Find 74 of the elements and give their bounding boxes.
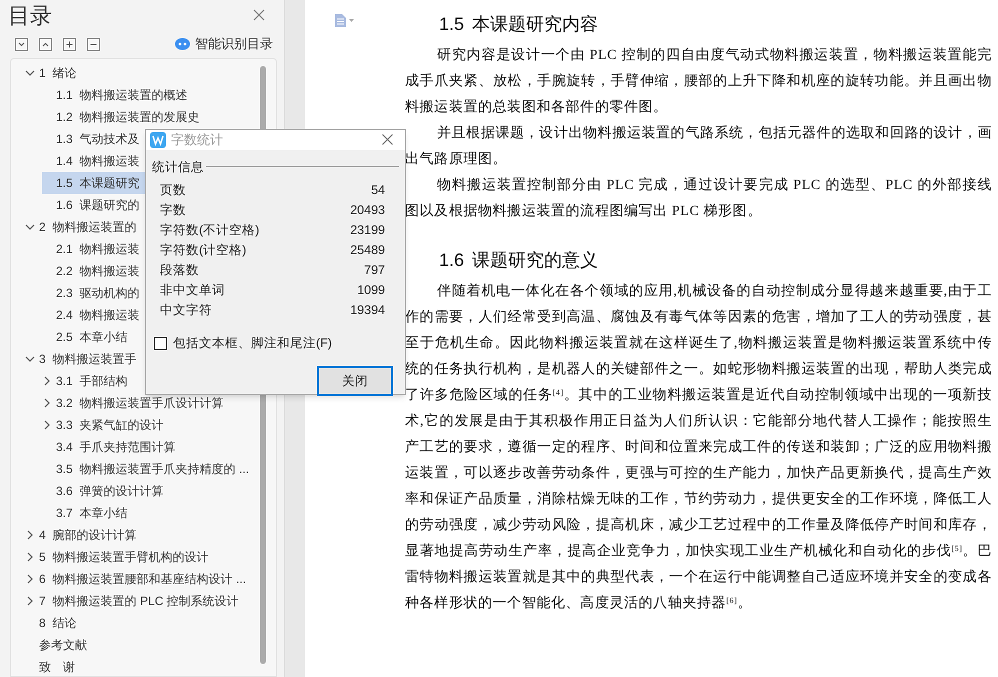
toc-item[interactable]: 4 腕部的设计计算 <box>25 524 145 546</box>
close-icon[interactable] <box>253 9 265 21</box>
toc-item[interactable]: 3.4 手爪夹持范围计算 <box>42 436 184 458</box>
stat-label: 非中文单词 <box>160 282 225 299</box>
toc-item[interactable]: 8 结论 <box>25 612 85 634</box>
smart-toc-button[interactable]: 智能识别目录 <box>175 34 273 54</box>
toc-item[interactable]: 3.2 物料搬运装置手爪设计计算 <box>42 392 232 414</box>
body-paragraph: 物料搬运装置控制部分由 PLC 完成，通过设计要完成 PLC 的选型、PLC 的外部接线图以及根据物料搬运装置的流程图编写出 PLC 梯形图。 <box>405 176 992 221</box>
toc-item[interactable]: 3.1 手部结构 <box>42 370 136 392</box>
stat-value: 1099 <box>357 282 385 299</box>
toc-item[interactable]: 1.6 课题研究的 <box>42 194 148 216</box>
stat-label: 段落数 <box>160 262 199 279</box>
section-heading: 1.6 课题研究的意义 <box>438 248 600 272</box>
toc-item[interactable]: 1.2 物料搬运装置的发展史 <box>42 106 208 128</box>
toc-item[interactable]: 2.3 驱动机构的 <box>42 282 148 304</box>
chevron-down-icon[interactable] <box>25 354 35 364</box>
chevron-down-button[interactable] <box>15 38 28 50</box>
chevron-right-icon[interactable] <box>25 530 35 540</box>
checkbox[interactable] <box>154 337 167 350</box>
chevron-right-icon[interactable] <box>42 420 52 430</box>
toc-item[interactable]: 3 物料搬运装置手 <box>25 348 145 370</box>
toc-item[interactable]: 参考文献 <box>25 634 95 656</box>
toc-item[interactable]: 6 物料搬运装置腰部和基座结构设计 ... <box>25 568 254 590</box>
toc-item[interactable]: 1.3 气动技术及 <box>42 128 148 150</box>
chevron-up-button[interactable] <box>39 38 52 50</box>
toc-item[interactable]: 1.1 物料搬运装置的概述 <box>42 84 196 106</box>
chevron-down-icon[interactable] <box>25 68 35 78</box>
minus-button[interactable] <box>87 38 100 50</box>
stat-label: 字符数(不计空格) <box>160 222 260 239</box>
toc-item[interactable]: 2.5 本章小结 <box>42 326 136 348</box>
toc-item[interactable]: 3.6 弹簧的设计计算 <box>42 480 172 502</box>
toc-item[interactable]: 7 物料搬运装置的 PLC 控制系统设计 <box>25 590 247 612</box>
stat-label: 中文字符 <box>160 302 212 319</box>
toc-item[interactable]: 2 物料搬运装置的 <box>25 216 145 238</box>
stat-value: 19394 <box>350 302 385 319</box>
toc-item[interactable]: 3.3 夹紧气缸的设计 <box>42 414 172 436</box>
chevron-right-icon[interactable] <box>25 552 35 562</box>
toc-item[interactable]: 1.5 本课题研究 <box>42 172 148 194</box>
toc-item[interactable]: 2.4 物料搬运装 <box>42 304 148 326</box>
stat-label: 页数 <box>160 182 186 199</box>
body-paragraph: 并且根据课题，设计出物料搬运装置的气路系统，包括元器件的选取和回路的设计，画出气路原理图。 <box>405 124 992 169</box>
toc-item[interactable]: 致 谢 <box>25 656 83 676</box>
chevron-right-icon[interactable] <box>42 376 52 386</box>
body-paragraph: 伴随着机电一体化在各个领域的应用,机械设备的自动控制成分显得越来越重要,由于工作的需要，人们经常受到高温、腐蚀及有毒气体等因素的危害，增加了工人的劳动强度，甚至于危机生命。因此物料搬运装置就在这样诞生了,物料搬运装置是物料搬运装置系统中传统的任务执行机构，是机器人的关键部件之一。如蛇形物料搬运装置的出现，帮助人类完成了许多危险区域的任务$^{[4]}$。其中的工业物料搬运装置是近代自动控制领域中出现的一项新技术,它的发展是由于其积极作用正日益为人们所认识：它能部分地代替人工操作；能按照生产工艺的要求，遵循一定的程序、时间和位置来完成工件的传送和装卸；广泛的应用物料搬运装置，可以逐步改善劳动条件，更强与可控的生产能力，加快产品更新换代，提高生产效率和保证产品质量，消除枯燥无味的工作，节约劳动力，提供更安全的工作环境，降低工人的劳动强度，减少劳动风险，提高机床，减少工艺过程中的工作量及降低停产时间和库存，显著地提高劳动生产率，提高企业竞争力，加快实现工业生产机械化和自动化的步伐$^{[5]}$。巴雷特物料搬运装置就是其中的典型代表，一个在运行中能调整自己适应环境并安全的变成各种各样形状的一个智能化、高度灵活的八轴夹持器$^{[6]}$。 <box>405 282 992 613</box>
toc-item[interactable]: 2.1 物料搬运装 <box>42 238 148 260</box>
section-heading: 1.5 本课题研究内容 <box>438 12 600 36</box>
toc-item[interactable]: 1.4 物料搬运装 <box>42 150 148 172</box>
robot-face-icon <box>175 38 190 50</box>
stat-value: 797 <box>364 262 385 279</box>
sidebar-title: 目录 <box>8 2 52 30</box>
chevron-down-icon[interactable] <box>25 222 35 232</box>
stat-value: 25489 <box>350 242 385 259</box>
toc-item[interactable]: 2.2 物料搬运装 <box>42 260 148 282</box>
chevron-down-icon <box>17 40 26 48</box>
stat-label: 字符数(计空格) <box>160 242 246 259</box>
toc-item[interactable]: 5 物料搬运装置手臂机构的设计 <box>25 546 217 568</box>
plus-icon <box>65 40 74 48</box>
dialog-title: 字数统计 <box>171 131 223 149</box>
body-paragraph: 研究内容是设计一个由 PLC 控制的四自由度气动式物料搬运装置，物料搬运装置能完成手爪夹紧、放松，手腕旋转，手臂伸缩，腰部的上升下降和机座的旋转功能。并且画出物料搬运装置的总装图和各部件的零件图。 <box>405 46 992 117</box>
close-button[interactable]: 关闭 <box>317 366 393 396</box>
checkbox-label: 包括文本框、脚注和尾注(F) <box>173 335 332 352</box>
chevron-right-icon[interactable] <box>25 574 35 584</box>
plus-button[interactable] <box>63 38 76 50</box>
close-icon[interactable] <box>382 134 393 146</box>
stat-value: 20493 <box>350 202 385 219</box>
group-label: 统计信息 <box>152 158 204 176</box>
stat-value: 23199 <box>350 222 385 239</box>
chevron-right-icon[interactable] <box>25 596 35 606</box>
chevron-right-icon[interactable] <box>42 398 52 408</box>
toc-item[interactable]: 3.7 本章小结 <box>42 502 136 524</box>
stat-value: 54 <box>371 182 385 199</box>
toc-item[interactable]: 3.5 物料搬运装置手爪夹持精度的 ... <box>42 458 258 480</box>
toc-item[interactable]: 1 绪论 <box>25 62 85 84</box>
stat-label: 字数 <box>160 202 186 219</box>
